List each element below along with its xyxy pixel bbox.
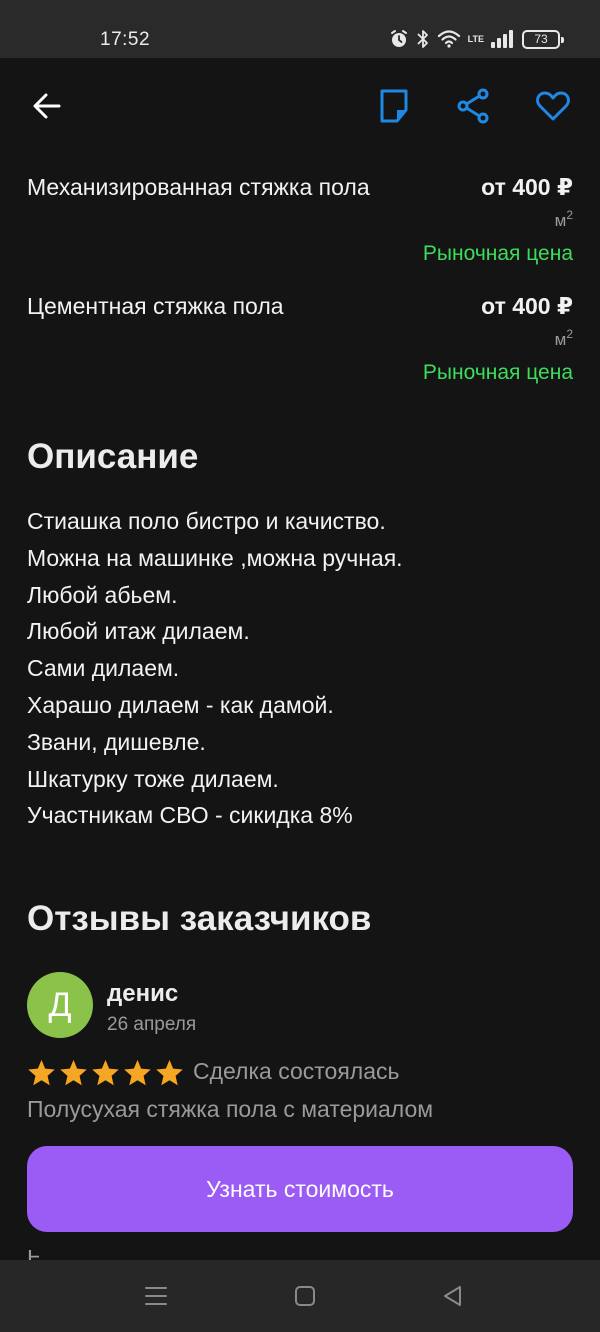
share-button[interactable] — [453, 86, 493, 126]
price-value: от 400 ₽ — [481, 293, 573, 319]
get-price-button[interactable]: Узнать стоимость — [27, 1146, 573, 1232]
status-time: 17:52 — [100, 29, 151, 50]
description-line: Звани, дишевле. — [27, 728, 206, 755]
system-back-button[interactable] — [438, 1282, 466, 1310]
description-line: Можна на машинке ,можна ручная. — [27, 544, 403, 571]
home-button[interactable] — [291, 1282, 319, 1310]
recent-apps-button[interactable] — [142, 1282, 170, 1310]
square-icon — [295, 1286, 315, 1306]
market-price-label: Рыночная цена — [422, 361, 573, 384]
triangle-back-icon — [444, 1286, 461, 1306]
share-icon — [457, 88, 489, 124]
star-icon — [60, 1059, 87, 1086]
rating-stars — [27, 1058, 184, 1087]
note-icon — [380, 89, 408, 123]
status-bar: 17:52 LTE 73 — [0, 0, 600, 58]
bluetooth-icon — [417, 30, 428, 48]
wifi-icon — [437, 30, 460, 48]
arrow-left-icon — [33, 93, 61, 119]
battery-icon: 73 — [522, 29, 564, 49]
screen: 17:52 LTE 73 Механизированная стяжка пол… — [0, 0, 600, 1332]
battery-level: 73 — [534, 32, 548, 46]
back-button[interactable] — [27, 86, 67, 126]
description-line: Стиашка поло бистро и качиство. — [27, 508, 386, 534]
status-icons: LTE 73 — [389, 29, 564, 49]
review-text-peek: Н — [27, 1250, 39, 1260]
description-title: Описание — [27, 437, 199, 476]
description-text: Стиашка поло бистро и качиство. Можна на… — [27, 503, 573, 834]
reviews-title: Отзывы заказчиков — [27, 899, 372, 938]
app-bar — [0, 58, 600, 154]
market-price-label: Рыночная цена — [422, 242, 573, 265]
menu-icon — [145, 1287, 167, 1305]
review-service: Полусухая стяжка пола с материалом — [27, 1096, 434, 1122]
price-unit: м2 — [554, 208, 573, 230]
star-icon — [124, 1059, 151, 1086]
star-icon — [28, 1059, 55, 1086]
reviewer-name[interactable]: денис — [107, 980, 178, 1008]
signal-icon — [491, 30, 513, 48]
price-unit: м2 — [554, 327, 573, 349]
system-nav-bar — [0, 1260, 600, 1332]
avatar[interactable]: Д — [27, 972, 93, 1038]
description-line: Любой абьем. — [27, 581, 178, 608]
review-date: 26 апреля — [107, 1014, 197, 1035]
description-line: Шкатурку тоже дилаем. — [27, 765, 279, 792]
star-icon — [156, 1059, 183, 1086]
description-line: Участникам СВО - сикидка 8% — [27, 802, 353, 829]
network-type-label: LTE — [467, 33, 484, 44]
favorite-button[interactable] — [533, 86, 573, 126]
description-line: Сами дилаем. — [27, 655, 180, 682]
description-line: Любой итаж дилаем. — [27, 618, 250, 645]
service-name: Цементная стяжка пола — [27, 293, 284, 319]
deal-status: Сделка состоялась — [193, 1058, 400, 1084]
description-line: Харашо дилаем - как дамой. — [27, 691, 334, 718]
star-icon — [92, 1059, 119, 1086]
alarm-icon — [390, 30, 407, 47]
price-value: от 400 ₽ — [481, 174, 573, 200]
heart-icon — [536, 91, 570, 121]
service-name: Механизированная стяжка пола — [27, 174, 370, 200]
note-button[interactable] — [374, 86, 414, 126]
